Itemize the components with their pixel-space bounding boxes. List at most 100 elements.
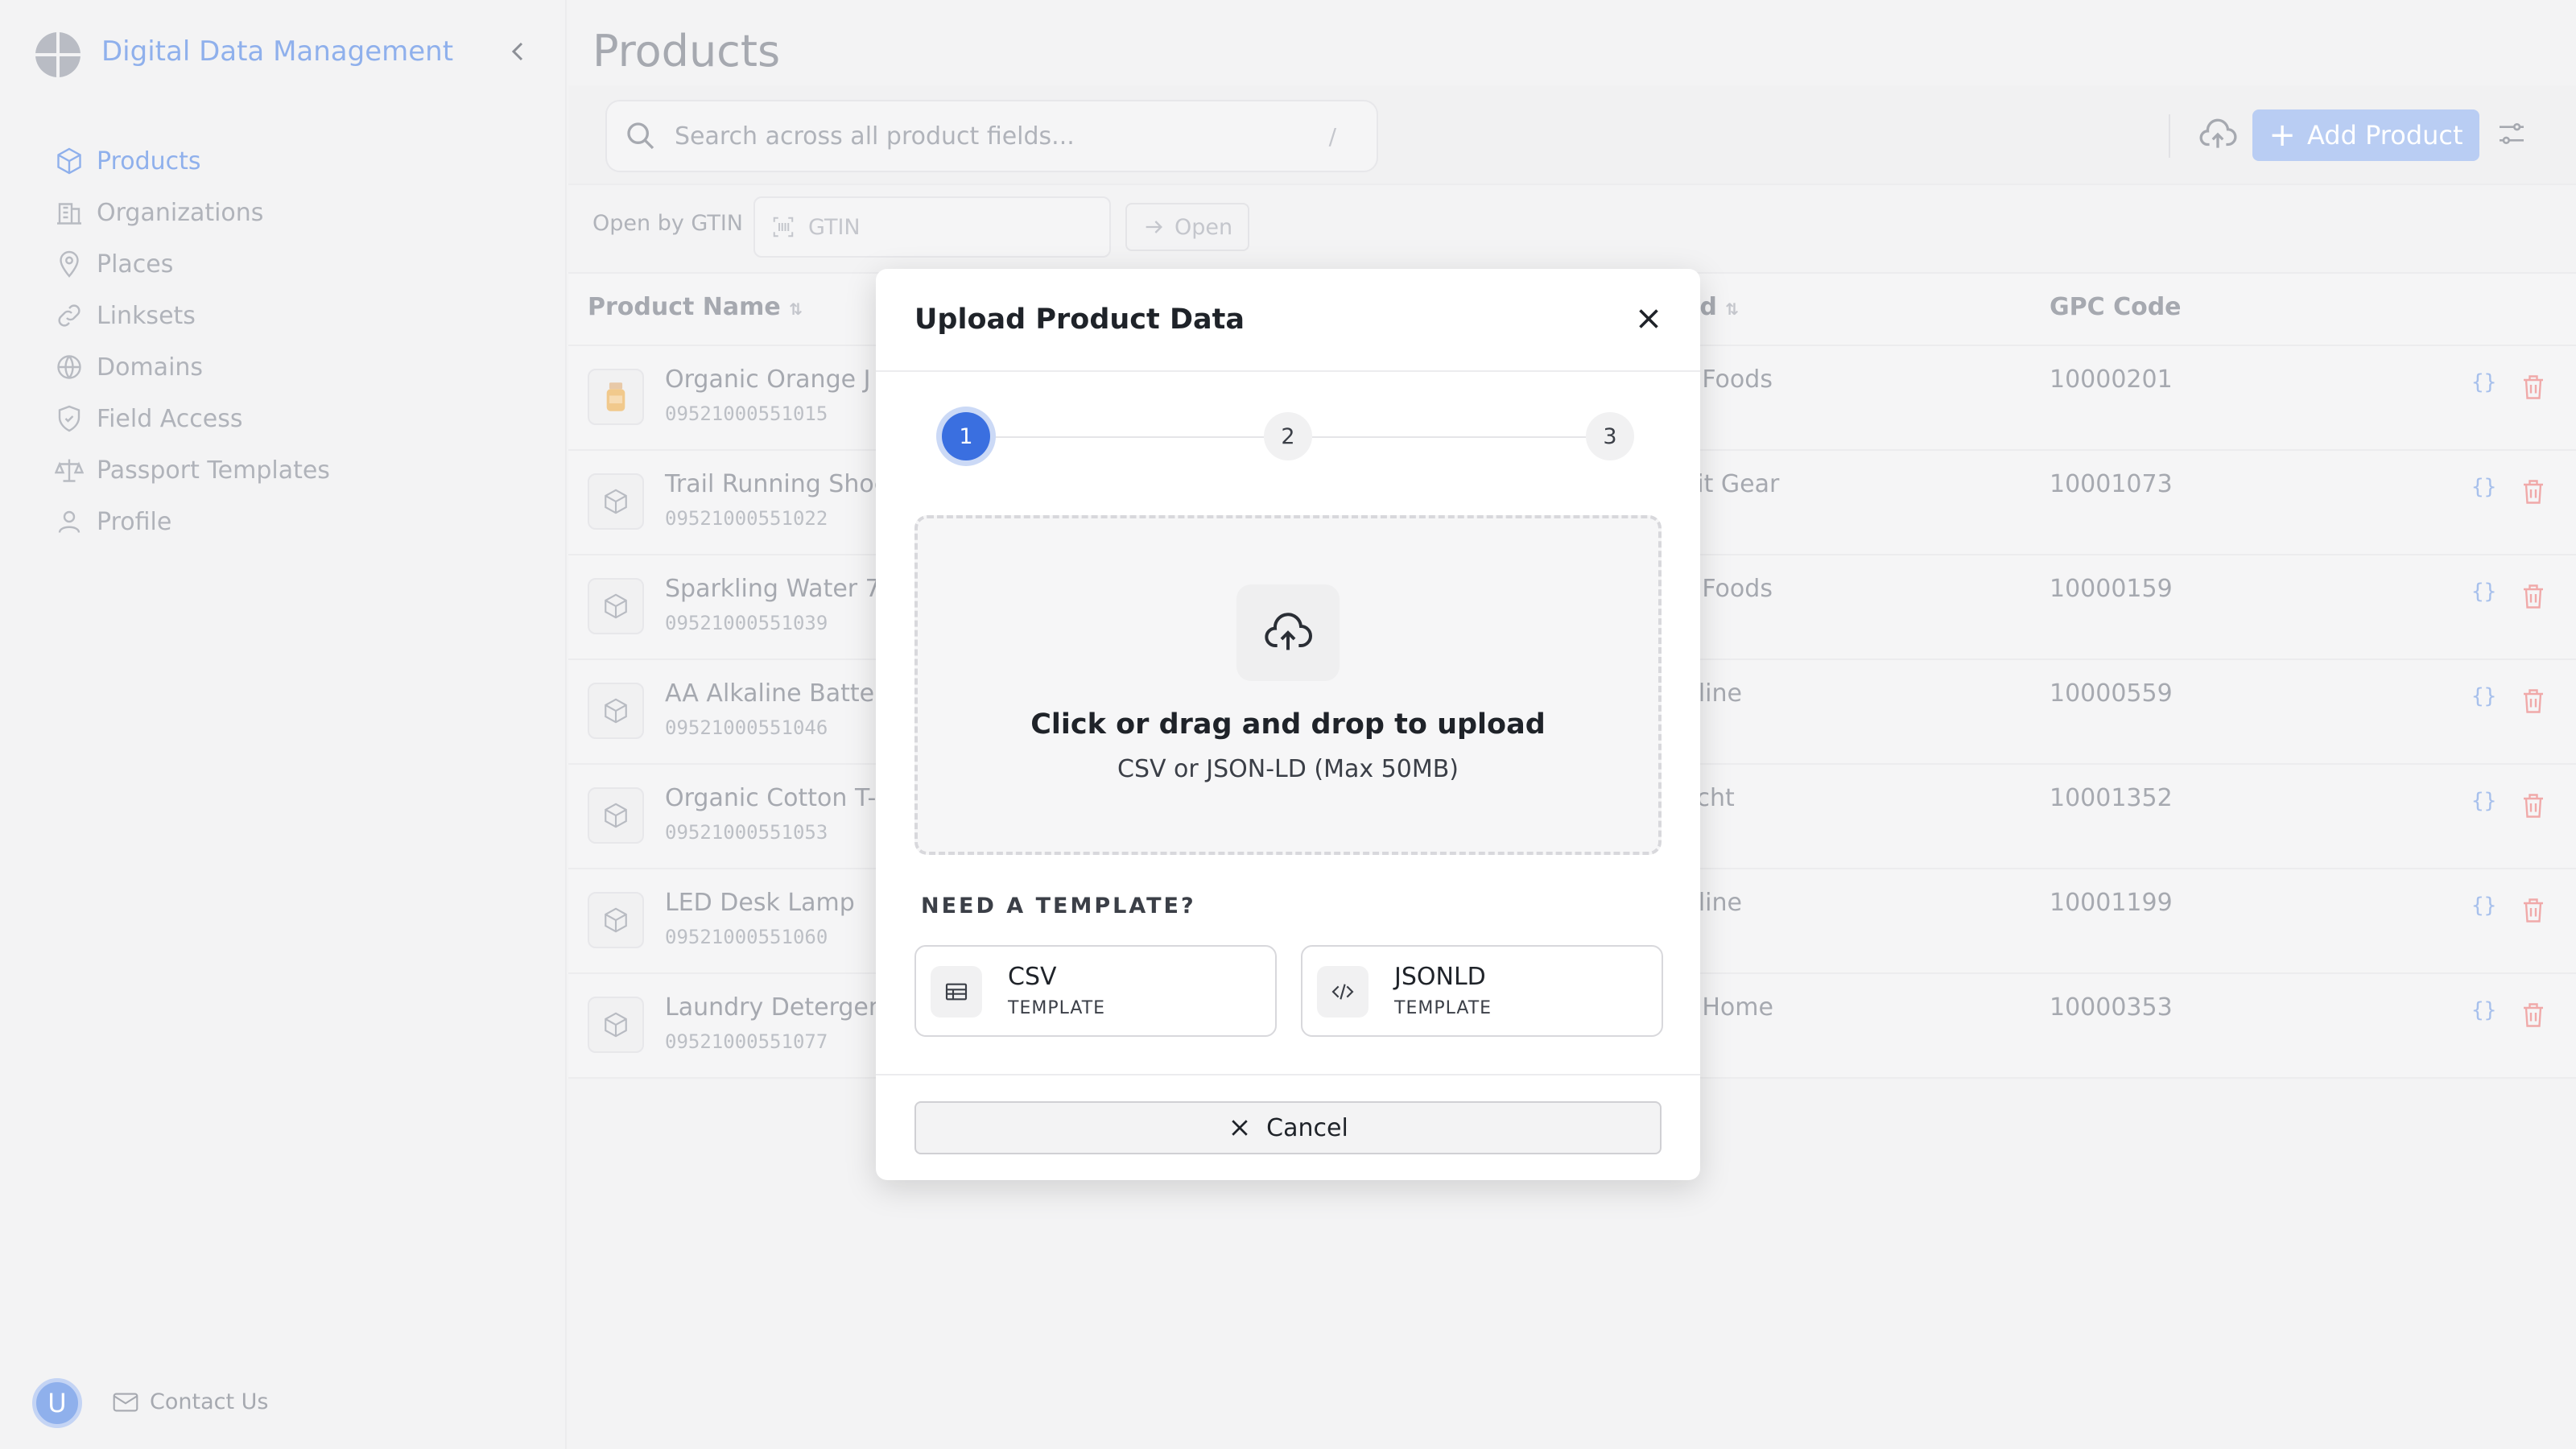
- open-gtin-button[interactable]: Open: [1125, 203, 1249, 251]
- template-name: JSONLD: [1394, 963, 1486, 991]
- contact-label: Contact Us: [150, 1389, 269, 1414]
- building-icon: [53, 196, 85, 229]
- product-name[interactable]: Trail Running Shoe: [665, 470, 889, 498]
- product-gpc: 10001073: [2050, 470, 2173, 498]
- jsonld-template-button[interactable]: JSONLD TEMPLATE: [1301, 945, 1663, 1037]
- template-sub: TEMPLATE: [1008, 998, 1106, 1018]
- product-gpc: 10001199: [2050, 889, 2173, 917]
- product-gtin: 09521000551022: [665, 507, 828, 530]
- sidebar-item-label: Linksets: [97, 301, 196, 330]
- trash-icon[interactable]: [2521, 583, 2545, 610]
- arrow-right-icon: [1146, 221, 1162, 233]
- trash-icon[interactable]: [2521, 687, 2545, 715]
- json-view-button[interactable]: {}: [2471, 370, 2496, 394]
- product-gpc: 10000201: [2050, 365, 2173, 394]
- trash-icon[interactable]: [2521, 897, 2545, 924]
- sidebar-item-label: Passport Templates: [97, 456, 330, 485]
- trash-icon[interactable]: [2521, 792, 2545, 819]
- close-icon[interactable]: [1634, 304, 1663, 333]
- close-icon: [1232, 1120, 1248, 1136]
- product-image: [588, 369, 644, 425]
- sidebar-item-label: Products: [97, 147, 201, 175]
- product-gpc: 10001352: [2050, 784, 2173, 812]
- upload-cloud-icon[interactable]: [2198, 114, 2244, 161]
- product-gtin: 09521000551077: [665, 1030, 828, 1053]
- sidebar-item-domains[interactable]: Domains: [53, 346, 203, 388]
- sliders-icon[interactable]: [2496, 118, 2531, 153]
- sidebar-item-label: Places: [97, 250, 174, 279]
- sidebar-item-label: Domains: [97, 353, 204, 382]
- code-icon: [1317, 966, 1368, 1018]
- product-name[interactable]: Organic Cotton T-: [665, 784, 876, 812]
- box-icon: [588, 892, 644, 948]
- contact-us-link[interactable]: Contact Us: [113, 1389, 268, 1414]
- cancel-button[interactable]: Cancel: [914, 1101, 1662, 1154]
- product-gtin: 09521000551060: [665, 926, 828, 948]
- column-header-gpc-code[interactable]: GPC Code: [2050, 293, 2182, 321]
- product-gpc: 10000559: [2050, 679, 2173, 708]
- dropzone-title: Click or drag and drop to upload: [1030, 708, 1546, 741]
- sidebar-item-profile[interactable]: Profile: [53, 501, 171, 543]
- add-product-label: Add Product: [2306, 120, 2463, 151]
- trash-icon[interactable]: [2521, 374, 2545, 401]
- search-input[interactable]: Search across all product fields...: [675, 122, 1329, 151]
- gtin-label: Open by GTIN: [592, 211, 744, 236]
- barcode-icon: [773, 217, 794, 237]
- json-view-button[interactable]: {}: [2471, 894, 2496, 918]
- open-label: Open: [1174, 214, 1233, 240]
- collapse-sidebar-icon[interactable]: [506, 39, 531, 64]
- search-shortcut: /: [1328, 122, 1336, 150]
- sidebar-item-organizations[interactable]: Organizations: [53, 192, 263, 233]
- step-connector: [1312, 436, 1586, 438]
- upload-dropzone[interactable]: [914, 515, 1662, 855]
- sidebar-item-products[interactable]: Products: [53, 140, 201, 182]
- product-name[interactable]: AA Alkaline Batte: [665, 679, 874, 708]
- avatar[interactable]: U: [32, 1378, 82, 1428]
- shield-icon: [53, 402, 85, 435]
- template-heading: NEED A TEMPLATE?: [921, 894, 1196, 919]
- step-2: 2: [1264, 412, 1312, 460]
- gtin-placeholder: GTIN: [808, 214, 861, 240]
- sort-icon: ⇅: [1725, 299, 1740, 319]
- sidebar-item-linksets[interactable]: Linksets: [53, 295, 196, 336]
- step-connector: [990, 436, 1264, 438]
- search-icon: [627, 122, 654, 150]
- product-name[interactable]: LED Desk Lamp: [665, 889, 855, 917]
- user-icon: [53, 506, 85, 538]
- search-bar[interactable]: Search across all product fields... /: [605, 100, 1378, 172]
- product-name[interactable]: Laundry Detergen: [665, 993, 884, 1022]
- template-name: CSV: [1008, 963, 1057, 991]
- json-view-button[interactable]: {}: [2471, 998, 2496, 1022]
- box-icon: [588, 578, 644, 634]
- step-1: 1: [942, 412, 990, 460]
- add-product-button[interactable]: + Add Product: [2252, 109, 2479, 161]
- json-view-button[interactable]: {}: [2471, 789, 2496, 813]
- modal-footer-divider: [876, 1074, 1700, 1075]
- app-title: Digital Data Management: [101, 35, 454, 68]
- page-title: Products: [592, 26, 781, 76]
- trash-icon[interactable]: [2521, 478, 2545, 506]
- box-icon: [588, 683, 644, 739]
- box-icon: [53, 145, 85, 177]
- product-name[interactable]: Organic Orange J: [665, 365, 870, 394]
- product-gpc: 10000159: [2050, 575, 2173, 603]
- gtin-input[interactable]: GTIN: [753, 196, 1111, 258]
- csv-template-button[interactable]: CSV TEMPLATE: [914, 945, 1277, 1037]
- sidebar: Digital Data Management Products Organiz…: [0, 0, 567, 1449]
- product-name[interactable]: Sparkling Water 7: [665, 575, 881, 603]
- sort-icon: ⇅: [789, 299, 803, 319]
- sidebar-item-places[interactable]: Places: [53, 243, 173, 285]
- json-view-button[interactable]: {}: [2471, 475, 2496, 499]
- box-icon: [588, 787, 644, 844]
- mail-icon: [113, 1393, 138, 1411]
- json-view-button[interactable]: {}: [2471, 580, 2496, 604]
- sidebar-item-label: Profile: [97, 507, 172, 536]
- sidebar-item-field-access[interactable]: Field Access: [53, 398, 242, 440]
- column-header-product-name[interactable]: Product Name ⇅: [588, 293, 803, 321]
- scale-icon: [53, 454, 85, 486]
- json-view-button[interactable]: {}: [2471, 684, 2496, 708]
- sidebar-item-passport-templates[interactable]: Passport Templates: [53, 449, 330, 491]
- product-gtin: 09521000551039: [665, 612, 828, 634]
- toolbar-divider: [2169, 114, 2170, 158]
- trash-icon[interactable]: [2521, 1001, 2545, 1029]
